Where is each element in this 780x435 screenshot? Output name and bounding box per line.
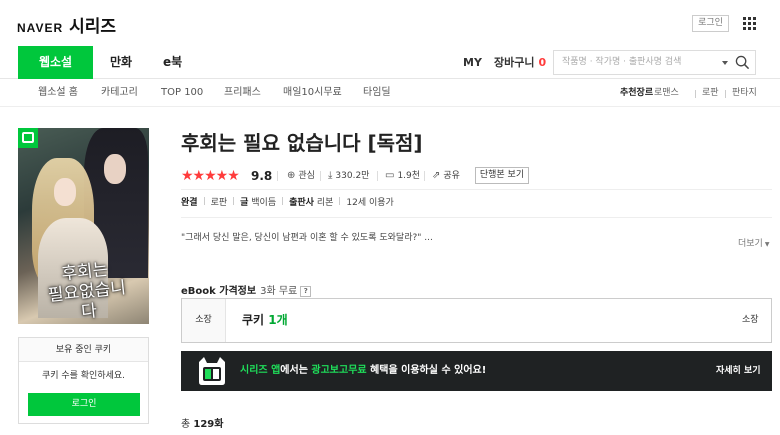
divider <box>181 189 772 190</box>
header-login-button[interactable]: 로그인 <box>692 15 729 32</box>
subnav-timedeal[interactable]: 타임딜 <box>363 79 391 107</box>
download-count: ⤓ 330.2만 <box>328 170 370 181</box>
app-promo-banner[interactable]: 시리즈 앱에서는 광고보고무료 혜택을 이용하실 수 있어요! 자세히 보기 <box>181 351 772 391</box>
interest-button[interactable]: ⊕ 관심 <box>287 169 315 183</box>
publisher-link[interactable]: 리본 <box>317 198 334 208</box>
book-title: 후회는 필요 없습니다 [독점] <box>181 131 423 155</box>
subnav-top100[interactable]: TOP 100 <box>161 79 203 107</box>
tab-webnovel[interactable]: 웹소설 <box>18 46 93 79</box>
book-meta-row: ★★★★★ 9.8 ⊕ 관심 ⤓ 330.2만 ▭ 1.9천 ⇗ 공유 단행본 보기 <box>181 167 771 185</box>
synopsis: "그래서 당신 말은, 당신이 남편과 이혼 할 수 있도록 도와달라?" ..… <box>181 233 433 243</box>
cart-link[interactable]: 장바구니 0 <box>494 46 546 79</box>
comment-count[interactable]: ▭ 1.9천 <box>385 169 420 183</box>
banner-detail-link[interactable]: 자세히 보기 <box>716 351 761 391</box>
my-link[interactable]: MY <box>463 46 482 79</box>
main-nav: 웹소설 만화 e북 MY 장바구니 0 작품명 · 작가명 · 출판사명 검색 <box>0 46 780 79</box>
price-info-title: eBook 가격정보 3화 무료? <box>181 282 312 297</box>
owned-cookies-panel: 보유 중인 쿠키 쿠키 수를 확인하세요. 로그인 <box>18 337 149 424</box>
cover-title: 후회는 필요없습니다 <box>47 259 127 323</box>
owned-cookies-title: 보유 중인 쿠키 <box>19 338 148 362</box>
naver-logo[interactable]: NAVER <box>17 21 63 35</box>
top-bar: NAVER 시리즈 로그인 <box>0 0 780 46</box>
cookie-price: 쿠키 1개 <box>242 313 288 327</box>
caret-down-icon: ▼ <box>764 241 770 248</box>
cart-label: 장바구니 <box>494 56 535 69</box>
sub-nav: 웹소설 홈 카테고리 TOP 100 프리패스 매일10시무료 타임딜 추천장르… <box>0 79 780 107</box>
cookie-count: 1개 <box>268 313 288 327</box>
subnav-daily-free[interactable]: 매일10시무료 <box>283 79 342 107</box>
apps-grid-icon[interactable] <box>743 17 756 30</box>
series-app-cat-icon <box>199 357 225 385</box>
free-episodes: 3화 무료 <box>260 286 298 297</box>
help-icon[interactable]: ? <box>300 285 312 297</box>
genre-romance-fantasy[interactable]: 로판 <box>702 79 719 107</box>
rating-score: 9.8 <box>251 169 273 183</box>
divider <box>725 90 726 98</box>
subnav-category[interactable]: 카테고리 <box>101 79 138 107</box>
divider <box>181 217 772 218</box>
status: 완결 <box>181 198 198 208</box>
price-table: 소장 쿠키 1개 소장 <box>181 298 772 343</box>
share-icon: ⇗ <box>432 170 441 181</box>
more-button[interactable]: 더보기 ▼ <box>738 236 769 249</box>
comment-icon: ▭ <box>385 170 395 181</box>
rating-stars: ★★★★★ <box>181 168 240 184</box>
share-button[interactable]: ⇗ 공유 <box>432 169 460 183</box>
book-info-row: 완결 로판 글 백이듬 출판사 리본 12세 이용가 <box>181 197 394 210</box>
author-label: 글 <box>240 198 249 208</box>
age-rating: 12세 이용가 <box>346 198 394 208</box>
cart-count: 0 <box>538 56 547 69</box>
tab-ebook[interactable]: e북 <box>163 46 182 79</box>
author-link[interactable]: 백이듬 <box>251 198 276 208</box>
search-input[interactable]: 작품명 · 작가명 · 출판사명 검색 <box>562 51 681 74</box>
plus-circle-icon: ⊕ <box>287 170 296 181</box>
search-icon[interactable] <box>735 55 750 70</box>
subnav-webnovel-home[interactable]: 웹소설 홈 <box>38 79 78 107</box>
genre-link[interactable]: 로판 <box>211 198 228 208</box>
episode-total: 총 129화 <box>181 419 224 430</box>
series-logo[interactable]: 시리즈 <box>69 12 116 37</box>
recommended-genre-label: 추천장르 <box>620 88 654 98</box>
own-purchase-button[interactable]: 소장 <box>742 299 759 342</box>
search-box[interactable]: 작품명 · 작가명 · 출판사명 검색 <box>553 50 756 75</box>
tab-comics[interactable]: 만화 <box>110 46 132 79</box>
download-icon: ⤓ <box>328 170 333 181</box>
publisher-label: 출판사 <box>289 198 314 208</box>
genre-romance[interactable]: 로맨스 <box>654 79 679 107</box>
book-cover[interactable]: 후회는 필요없습니다 <box>18 128 149 324</box>
owned-cookies-message: 쿠키 수를 확인하세요. <box>41 371 126 381</box>
banner-text: 시리즈 앱에서는 광고보고무료 혜택을 이용하실 수 있어요! <box>240 365 487 376</box>
chevron-down-icon[interactable] <box>722 61 728 65</box>
login-button[interactable]: 로그인 <box>28 393 140 416</box>
divider <box>695 90 696 98</box>
logo[interactable]: NAVER 시리즈 <box>17 12 116 37</box>
hardcopy-view-button[interactable]: 단행본 보기 <box>475 167 529 184</box>
subnav-freepass[interactable]: 프리패스 <box>224 79 261 107</box>
gift-badge-icon <box>18 128 38 148</box>
price-row-label: 소장 <box>182 299 226 342</box>
genre-fantasy[interactable]: 판타지 <box>732 79 757 107</box>
